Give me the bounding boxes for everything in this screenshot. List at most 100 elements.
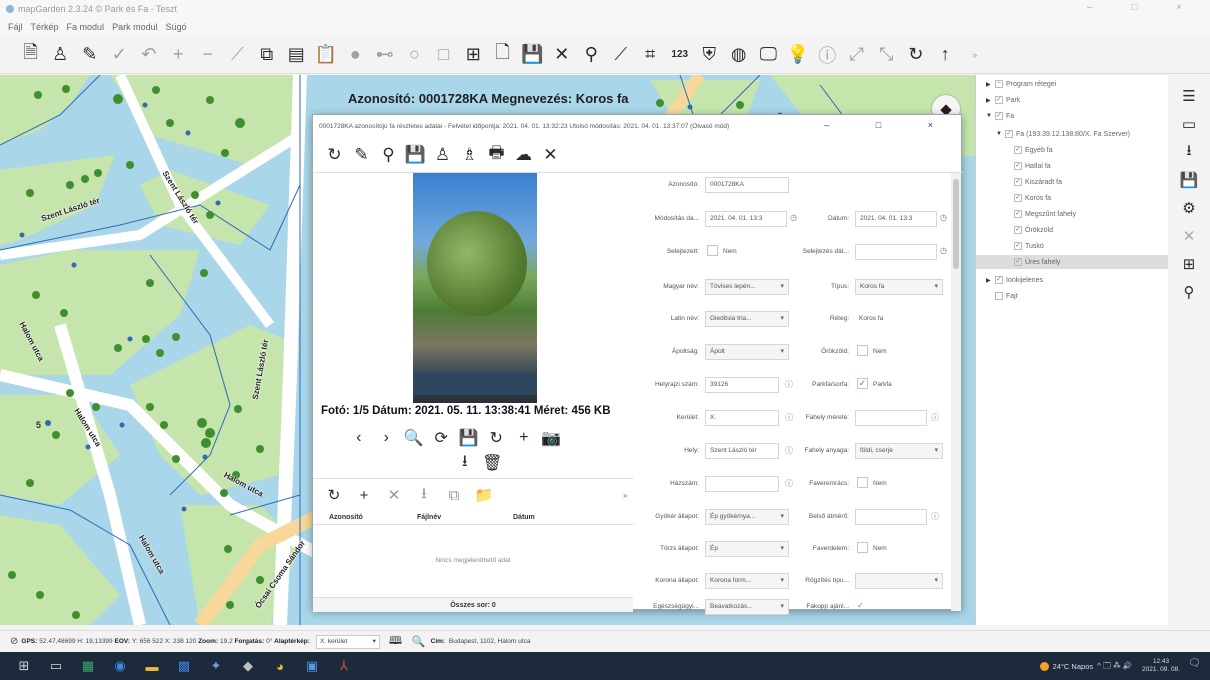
chrome-icon[interactable]: ◕: [264, 652, 296, 680]
menu-park-module[interactable]: Park modul: [112, 22, 158, 32]
edge-icon[interactable]: ◉: [104, 652, 136, 680]
tree-photo[interactable]: [413, 173, 537, 403]
collapse-icon[interactable]: ⤡: [872, 40, 902, 70]
expand-icon[interactable]: ⤢: [842, 40, 872, 70]
plus-icon[interactable]: +: [164, 40, 194, 70]
save-icon[interactable]: 💾: [1176, 167, 1202, 193]
arrow-up-icon[interactable]: ↑: [931, 40, 961, 70]
teams-icon[interactable]: ✦: [200, 652, 232, 680]
layer-checkbox[interactable]: ✓: [1014, 178, 1022, 186]
bulb-icon[interactable]: 💡: [783, 40, 813, 70]
refresh-files-icon[interactable]: ↻: [319, 483, 349, 507]
modified-field[interactable]: 2021. 04. 01. 13:3: [705, 211, 787, 227]
layer-checkbox[interactable]: ✓: [1014, 146, 1022, 154]
layer-checkbox[interactable]: ✓: [1014, 194, 1022, 202]
tray-icons[interactable]: ^ 🗔 ⁂ 🔊: [1097, 660, 1132, 673]
tree-item[interactable]: ✓ Koros fa: [1014, 191, 1051, 205]
help-icon[interactable]: ⓘ: [785, 412, 793, 423]
tree-item[interactable]: ✓ Hatlal fa: [1014, 159, 1051, 173]
close-icon[interactable]: ✕: [537, 141, 564, 169]
worker-icon[interactable]: ♙: [429, 141, 456, 169]
rotate-right-icon[interactable]: ↻: [483, 425, 511, 451]
tree-item[interactable]: ▼ ✓ Fa: [986, 109, 1014, 123]
tree-item[interactable]: ▼ ✓ Fa (193.39.12.138:80/X. Fa Szerver): [996, 127, 1130, 141]
basemap-select[interactable]: X. kerület: [315, 634, 380, 649]
id-field[interactable]: 0001728KA: [705, 177, 789, 193]
zoom-photo-icon[interactable]: 🔍: [400, 425, 428, 451]
dot-icon[interactable]: ●: [341, 40, 371, 70]
paste-icon[interactable]: ▤: [282, 40, 312, 70]
layer-checkbox[interactable]: ✓: [995, 276, 1003, 284]
pencil-icon[interactable]: ✎: [348, 141, 375, 169]
inner-diameter-field[interactable]: [855, 509, 927, 525]
next-photo-icon[interactable]: ›: [373, 425, 401, 451]
undo-icon[interactable]: ↶: [134, 40, 164, 70]
health-select[interactable]: Beavatkozás...: [705, 599, 789, 615]
tree-item[interactable]: ✓ Kiszáradt fa: [1014, 175, 1062, 189]
surveyor-icon[interactable]: ⚲: [577, 40, 607, 70]
remove-file-icon[interactable]: ✕: [379, 483, 409, 507]
type-select[interactable]: Koros fa: [855, 279, 943, 295]
layer-checkbox[interactable]: ✓: [1014, 162, 1022, 170]
layer-checkbox[interactable]: ✓: [1005, 130, 1013, 138]
task-view-icon[interactable]: ▭: [40, 652, 72, 680]
message-icon[interactable]: ▭: [1176, 111, 1202, 137]
tree-item[interactable]: ✓ Egyéb fa: [1014, 143, 1053, 157]
clock[interactable]: 12:43 2021. 09. 08.: [1142, 658, 1180, 674]
globe-icon[interactable]: ◍: [724, 40, 754, 70]
clipboard-icon[interactable]: 📋: [311, 40, 341, 70]
care-select[interactable]: Ápolt: [705, 344, 789, 360]
download-icon[interactable]: ⭳: [1176, 139, 1202, 165]
monitor-icon[interactable]: 🖵: [754, 40, 784, 70]
worker-icon[interactable]: ♙: [46, 40, 76, 70]
add-page-icon[interactable]: 🗋: [488, 40, 518, 70]
mapgarden-icon[interactable]: ▣: [296, 652, 328, 680]
layer-checkbox[interactable]: ✓: [1014, 242, 1022, 250]
layer-checkbox[interactable]: −: [995, 80, 1003, 88]
save-icon[interactable]: 💾: [518, 40, 548, 70]
refresh-icon[interactable]: ↻: [321, 141, 348, 169]
download-file-icon[interactable]: ⭳: [409, 483, 439, 507]
layer-checkbox[interactable]: ✓: [995, 96, 1003, 104]
rotate-left-icon[interactable]: ⟳: [428, 425, 456, 451]
layer-checkbox[interactable]: ✓: [1014, 226, 1022, 234]
start-icon[interactable]: ⊞: [8, 652, 40, 680]
camera-icon[interactable]: 📷: [538, 425, 566, 451]
tree-guard-checkbox[interactable]: [857, 542, 868, 553]
location-pin-icon[interactable]: ⚲: [375, 141, 402, 169]
dialog-window-controls[interactable]: – □ ×: [824, 120, 955, 130]
col-id[interactable]: Azonosító: [329, 514, 363, 521]
layer-checkbox[interactable]: ✓: [1014, 210, 1022, 218]
location-pin-icon[interactable]: ⚲: [1176, 279, 1202, 305]
col-filename[interactable]: Fájlnév: [417, 514, 441, 521]
grid-icon[interactable]: ⊞: [459, 40, 489, 70]
check-icon[interactable]: ✓: [105, 40, 135, 70]
trunk-state-select[interactable]: Ép: [705, 541, 789, 557]
help-icon[interactable]: ⓘ: [785, 445, 793, 456]
open-file-icon[interactable]: ⧉: [439, 483, 469, 507]
files-more[interactable]: »: [623, 491, 627, 500]
square-icon[interactable]: □: [429, 40, 459, 70]
app-icon[interactable]: ◆: [232, 652, 264, 680]
hungarian-name-select[interactable]: Tövises lepén...: [705, 279, 789, 295]
list-icon[interactable]: ☰: [1176, 83, 1202, 109]
menu-help[interactable]: Súgó: [166, 22, 187, 32]
layer-checkbox[interactable]: ✓: [995, 112, 1003, 120]
tree-item[interactable]: Fajt: [995, 289, 1018, 303]
lot-number-field[interactable]: 39126: [705, 377, 779, 393]
discarded-checkbox[interactable]: [707, 245, 718, 256]
pencil-icon[interactable]: ✎: [75, 40, 105, 70]
form-scrollbar[interactable]: [951, 173, 961, 611]
minus-icon[interactable]: −: [193, 40, 223, 70]
help-icon[interactable]: ⓘ: [931, 412, 939, 423]
file-explorer-icon[interactable]: ▬: [136, 652, 168, 680]
tree-item[interactable]: ✓ Megszűnt fahely: [1014, 207, 1076, 221]
acrobat-icon[interactable]: ⅄: [328, 652, 360, 680]
nodes-icon[interactable]: ⌗: [636, 40, 666, 70]
evergreen-checkbox[interactable]: [857, 345, 868, 356]
map-book-icon[interactable]: 🕮: [389, 632, 402, 651]
scrollbar-thumb[interactable]: [953, 179, 959, 269]
circle-icon[interactable]: ○: [400, 40, 430, 70]
shield-check-icon[interactable]: ⛨: [695, 40, 725, 70]
excel-icon[interactable]: ▦: [72, 652, 104, 680]
